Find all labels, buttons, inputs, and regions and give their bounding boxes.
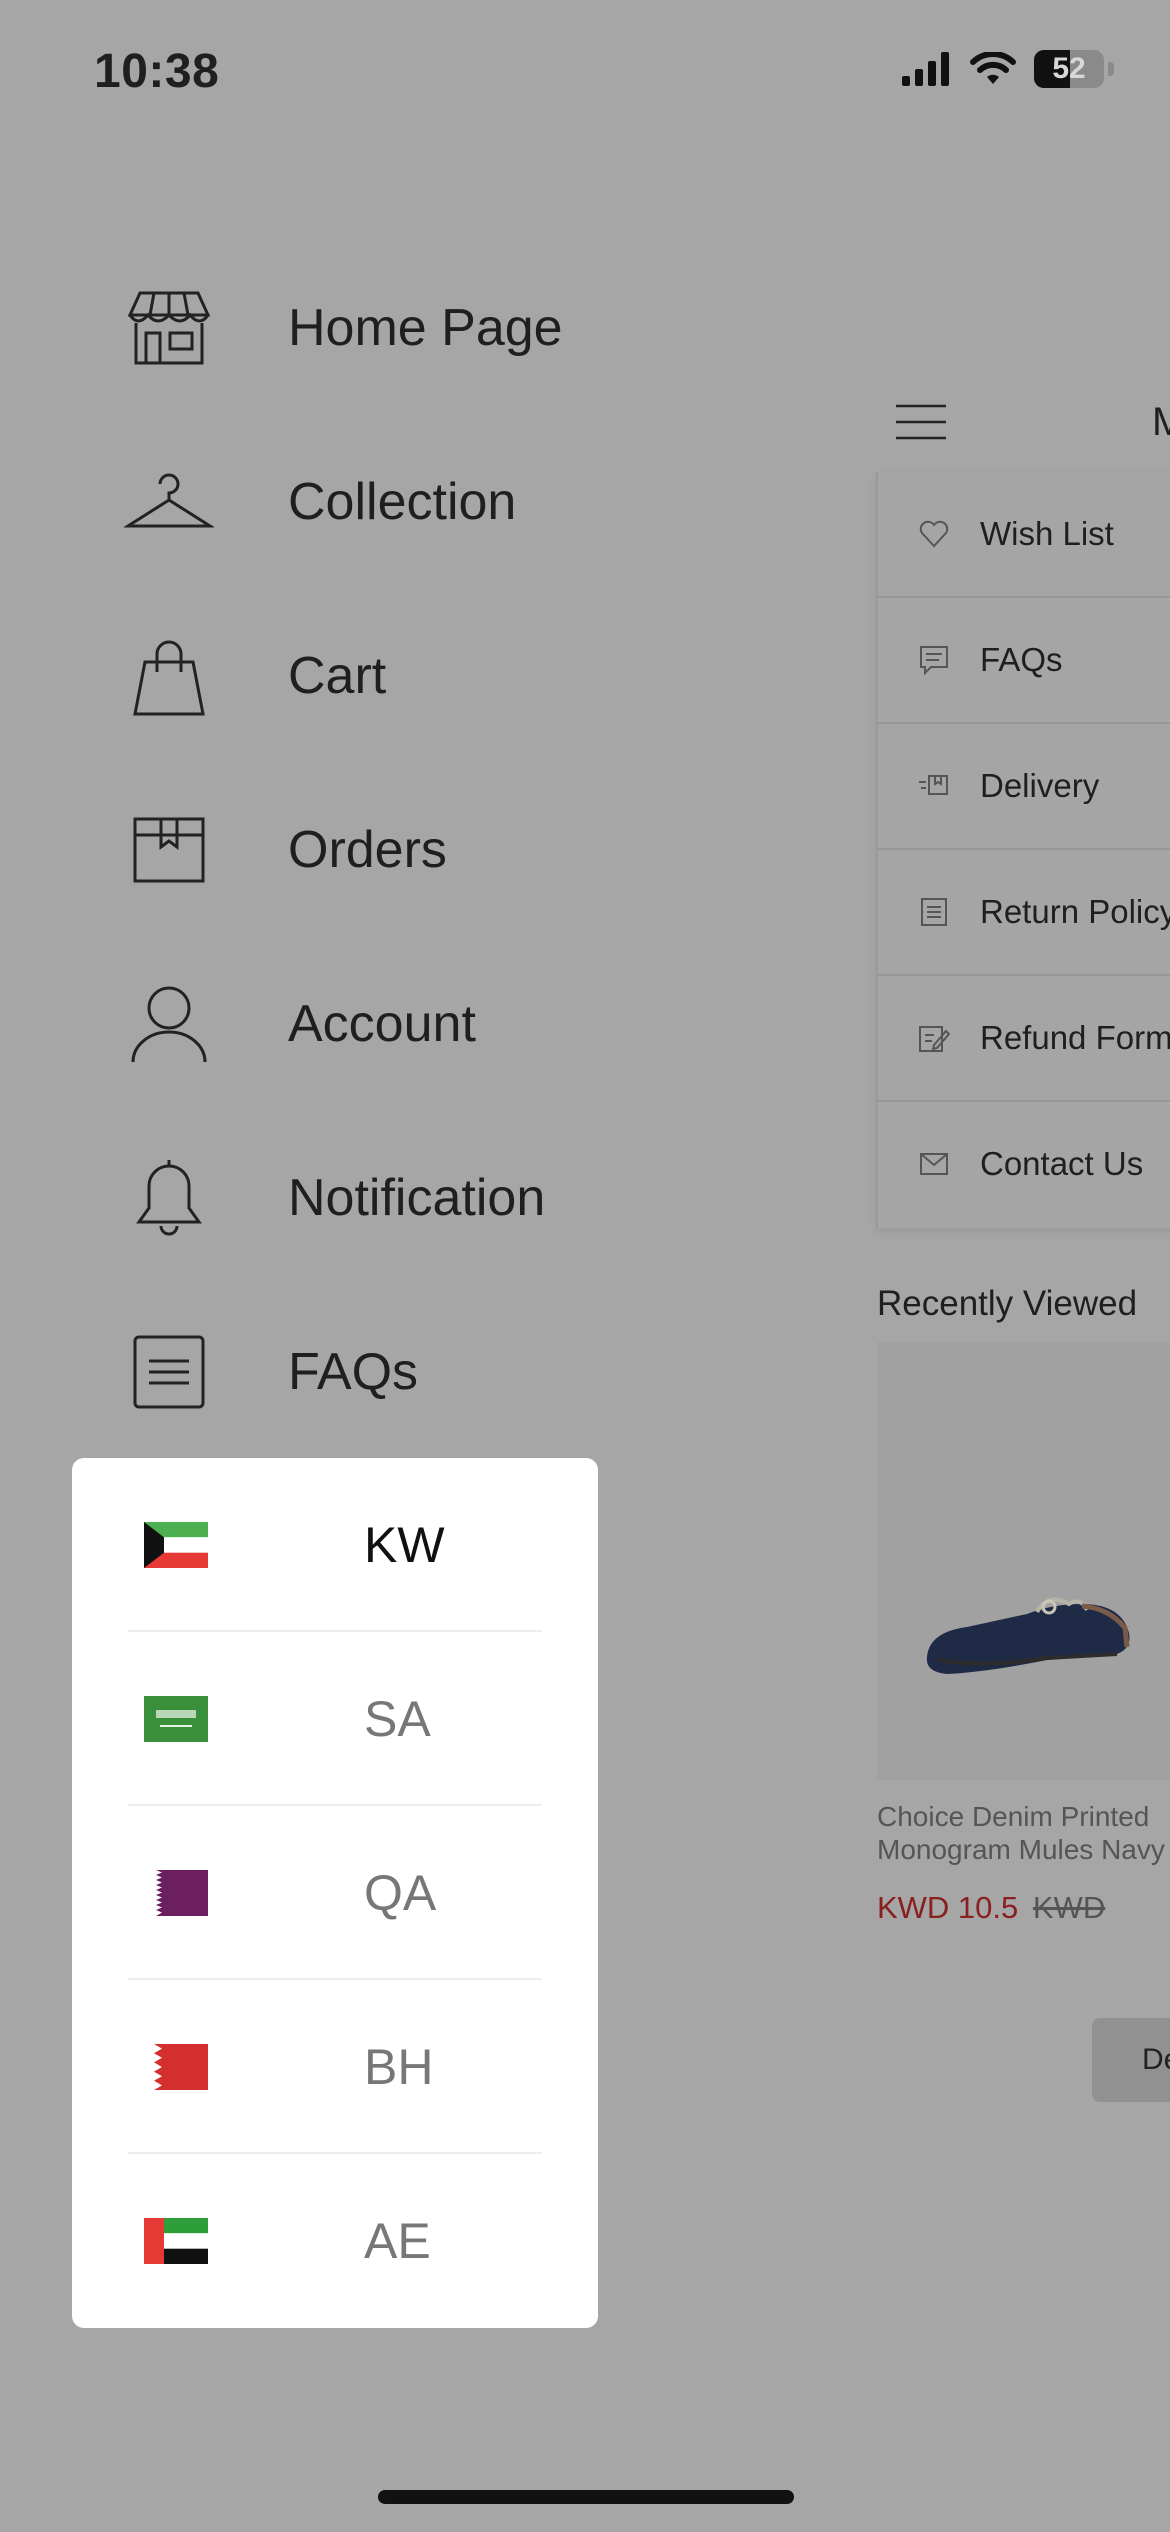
battery-nub xyxy=(1108,62,1114,76)
hanger-icon xyxy=(120,453,218,551)
dropdown-label-wish-list: Wish List xyxy=(980,515,1114,552)
menu-label-cart: Cart xyxy=(288,647,387,705)
delivery-icon xyxy=(916,768,952,804)
product-price: KWD 10.5 KWD xyxy=(877,1890,1105,1926)
dropdown-item-delivery[interactable]: Delivery xyxy=(878,724,1170,850)
recently-viewed-title: Recently Viewed xyxy=(877,1284,1138,1323)
bell-icon xyxy=(120,1149,218,1247)
menu-item-faqs[interactable]: FAQs xyxy=(120,1312,418,1432)
dropdown-item-wish-list[interactable]: Wish List xyxy=(878,472,1170,598)
country-option-ae[interactable]: AE xyxy=(128,2154,542,2328)
country-option-sa[interactable]: SA xyxy=(128,1632,542,1806)
country-code-kw: KW xyxy=(364,1517,445,1573)
status-time: 10:38 xyxy=(94,45,220,98)
menu-item-notification[interactable]: Notification xyxy=(120,1138,545,1258)
status-icons: 52 xyxy=(902,50,1114,88)
dropdown-label-faqs: FAQs xyxy=(980,641,1063,678)
country-code-bh: BH xyxy=(364,2039,434,2095)
signal-icon xyxy=(902,52,949,86)
country-option-bh[interactable]: BH xyxy=(128,1980,542,2154)
header-title-partial: M xyxy=(1152,400,1170,444)
battery-level: 52 xyxy=(1052,52,1086,85)
product-image[interactable] xyxy=(877,1342,1170,1780)
saudi-flag-icon xyxy=(144,1696,208,1742)
document-icon xyxy=(120,1323,218,1421)
uae-flag-icon xyxy=(144,2218,208,2264)
user-icon xyxy=(120,975,218,1073)
box-icon xyxy=(120,801,218,899)
country-code-ae: AE xyxy=(364,2213,431,2269)
menu-label-collection: Collection xyxy=(288,473,517,531)
dropdown-label-contact-us: Contact Us xyxy=(980,1145,1144,1182)
menu-label-account: Account xyxy=(288,995,476,1053)
menu-item-account[interactable]: Account xyxy=(120,964,476,1084)
dropdown-item-contact-us[interactable]: Contact Us xyxy=(878,1102,1170,1226)
product-name[interactable]: Choice Denim Printed Monogram Mules Navy xyxy=(877,1800,1170,1866)
dropdown-label-refund-form: Refund Form xyxy=(980,1019,1170,1056)
dropdown-label-delivery: Delivery xyxy=(980,767,1100,804)
battery-icon: 52 xyxy=(1034,50,1104,88)
mail-icon xyxy=(916,1146,952,1182)
price-old: KWD xyxy=(1032,1890,1106,1925)
dropdown-label-return-policy: Return Policy xyxy=(980,893,1170,930)
dropdown-item-faqs[interactable]: FAQs xyxy=(878,598,1170,724)
dropdown-item-return-policy[interactable]: Return Policy xyxy=(878,850,1170,976)
shopping-bag-icon xyxy=(120,627,218,725)
menu-item-home-page[interactable]: Home Page xyxy=(120,268,563,388)
menu-label-home-page: Home Page xyxy=(288,299,563,357)
dropdown-item-refund-form[interactable]: Refund Form xyxy=(878,976,1170,1102)
hamburger-menu-icon[interactable] xyxy=(896,402,946,447)
kuwait-flag-icon xyxy=(144,1522,208,1568)
menu-label-notification: Notification xyxy=(288,1169,546,1227)
home-indicator[interactable] xyxy=(378,2490,794,2504)
country-code-qa: QA xyxy=(364,1865,437,1921)
wifi-icon xyxy=(970,52,1016,84)
menu-label-orders: Orders xyxy=(288,821,447,879)
menu-item-cart[interactable]: Cart xyxy=(120,616,386,736)
bahrain-flag-icon xyxy=(144,2044,208,2090)
edit-icon xyxy=(916,1020,952,1056)
document-icon xyxy=(916,894,952,930)
background-action-button[interactable]: De xyxy=(1092,2018,1170,2102)
country-selector-popup: KW SA QA BH AE xyxy=(72,1458,598,2328)
qatar-flag-icon xyxy=(144,1870,208,1916)
price-current: KWD 10.5 xyxy=(877,1890,1019,1925)
menu-item-orders[interactable]: Orders xyxy=(120,790,447,910)
chat-icon xyxy=(916,642,952,678)
heart-icon xyxy=(916,516,952,552)
country-option-kw[interactable]: KW xyxy=(128,1458,542,1632)
menu-item-collection[interactable]: Collection xyxy=(120,442,516,562)
country-code-sa: SA xyxy=(364,1691,431,1747)
menu-label-faqs: FAQs xyxy=(288,1343,419,1401)
store-icon xyxy=(120,279,218,377)
country-option-qa[interactable]: QA xyxy=(128,1806,542,1980)
info-dropdown: Wish List FAQs Delivery Return Policy Re… xyxy=(876,472,1170,1228)
